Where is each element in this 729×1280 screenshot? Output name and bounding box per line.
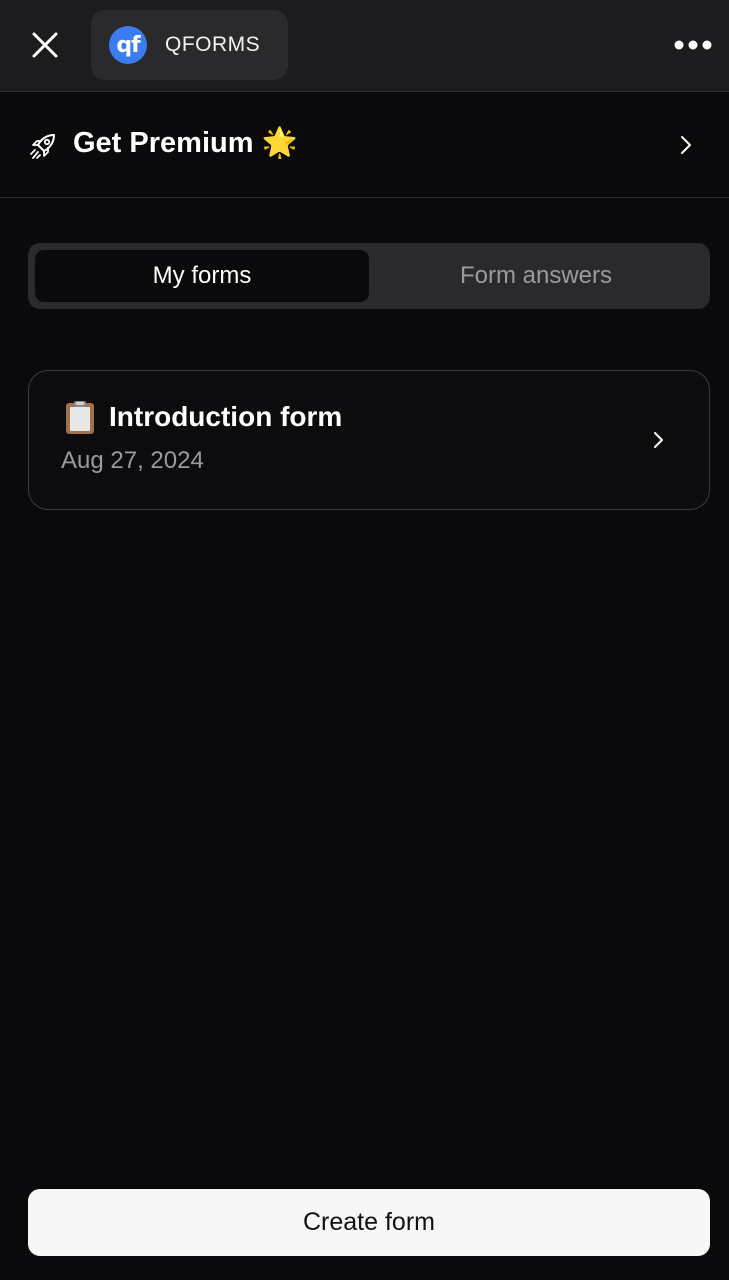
forms-tab-switcher: My forms Form answers: [28, 243, 710, 309]
app-logo: qf: [109, 26, 147, 64]
clipboard-icon: [66, 401, 94, 434]
chevron-right-icon: [681, 136, 691, 154]
more-options-button[interactable]: [671, 26, 715, 64]
app-name: QFORMS: [165, 33, 261, 56]
rocket-icon: [30, 134, 55, 159]
form-card[interactable]: Introduction form Aug 27, 2024: [28, 370, 710, 510]
more-horizontal-icon: [674, 40, 712, 50]
form-date: Aug 27, 2024: [61, 447, 204, 474]
app-chip[interactable]: qf QFORMS: [91, 10, 288, 80]
chevron-right-icon: [654, 432, 663, 448]
form-title: Introduction form: [109, 401, 343, 432]
tab-form-answers[interactable]: Form answers: [369, 250, 703, 302]
get-premium-row[interactable]: Get Premium 🌟: [0, 93, 729, 198]
tab-my-forms[interactable]: My forms: [35, 250, 369, 302]
create-form-button[interactable]: Create form: [28, 1189, 710, 1256]
get-premium-label: Get Premium 🌟: [73, 127, 298, 159]
close-icon: [32, 32, 58, 58]
top-bar: qf QFORMS: [0, 0, 729, 92]
close-button[interactable]: [24, 24, 66, 66]
